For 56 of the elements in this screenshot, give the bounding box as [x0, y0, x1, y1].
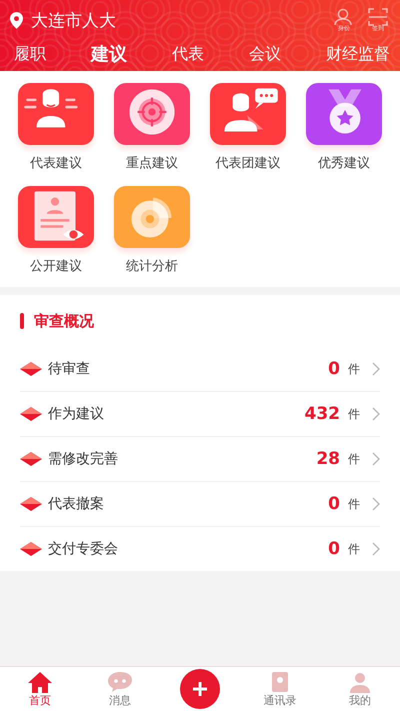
unit-label: 件 [348, 360, 360, 378]
diamond-icon [20, 497, 42, 511]
feature-button[interactable]: 重点建议 [104, 83, 200, 172]
location-label[interactable]: 大连市人大 [31, 8, 116, 32]
bottom-nav-item[interactable]: 我的 [320, 667, 400, 711]
feature-button[interactable]: 代表团建议 [200, 83, 296, 172]
diamond-icon [20, 452, 42, 466]
review-row[interactable]: 作为建议 432 件 [20, 392, 380, 437]
row-label: 作为建议 [48, 405, 105, 423]
chevron-right-icon [372, 542, 380, 556]
diamond-icon [20, 542, 42, 556]
unit-label: 件 [348, 450, 360, 468]
scan-icon [368, 8, 388, 26]
review-row[interactable]: 待审查 0 件 [20, 347, 380, 392]
review-row[interactable]: 代表撤案 0 件 [20, 482, 380, 527]
nav-tab[interactable]: 建议 [91, 42, 127, 66]
nav-tab[interactable]: 代表 [172, 44, 204, 64]
bottom-nav-item[interactable]: 首页 [0, 667, 80, 711]
row-label: 需修改完善 [48, 450, 119, 468]
title-accent-icon [20, 313, 24, 329]
diamond-icon [20, 362, 42, 376]
unit-label: 件 [348, 540, 360, 558]
bottom-nav-item[interactable]: 通讯录 [240, 667, 320, 711]
count-value: 0 [328, 539, 340, 559]
unit-label: 件 [348, 496, 360, 512]
bottom-nav-item[interactable]: 消息 [80, 667, 160, 711]
count-value: 0 [328, 494, 340, 514]
person-icon [347, 670, 373, 692]
home-icon [27, 670, 53, 692]
diamond-icon [20, 407, 42, 421]
row-label: 待审查 [48, 360, 91, 378]
row-label: 交付专委会 [48, 540, 119, 558]
chat-bubble-icon [107, 670, 133, 692]
count-value: 28 [316, 449, 340, 469]
count-value: 0 [328, 359, 340, 379]
location-pin-icon [10, 12, 23, 28]
feature-button[interactable]: 代表建议 [8, 83, 104, 172]
chevron-right-icon [372, 497, 380, 511]
chevron-right-icon [372, 452, 380, 466]
add-button[interactable] [180, 669, 220, 709]
count-value: 432 [304, 404, 340, 424]
nav-tab[interactable]: 会议 [249, 44, 281, 64]
plus-icon [192, 681, 208, 697]
chevron-right-icon [372, 362, 380, 376]
chevron-right-icon [372, 407, 380, 421]
unit-label: 件 [348, 406, 360, 422]
feature-button[interactable]: 统计分析 [104, 186, 200, 275]
row-label: 代表撤案 [48, 495, 105, 513]
review-row[interactable]: 需修改完善 28 件 [20, 437, 380, 482]
feature-button[interactable]: 优秀建议 [296, 83, 392, 172]
nav-tab[interactable]: 财经监督 [326, 44, 390, 64]
nav-tab[interactable]: 履职 [14, 44, 46, 64]
feature-button[interactable]: 公开建议 [8, 186, 104, 275]
person-icon [334, 8, 354, 26]
review-row[interactable]: 交付专委会 0 件 [20, 527, 380, 571]
section-title: 审查概况 [34, 312, 94, 330]
